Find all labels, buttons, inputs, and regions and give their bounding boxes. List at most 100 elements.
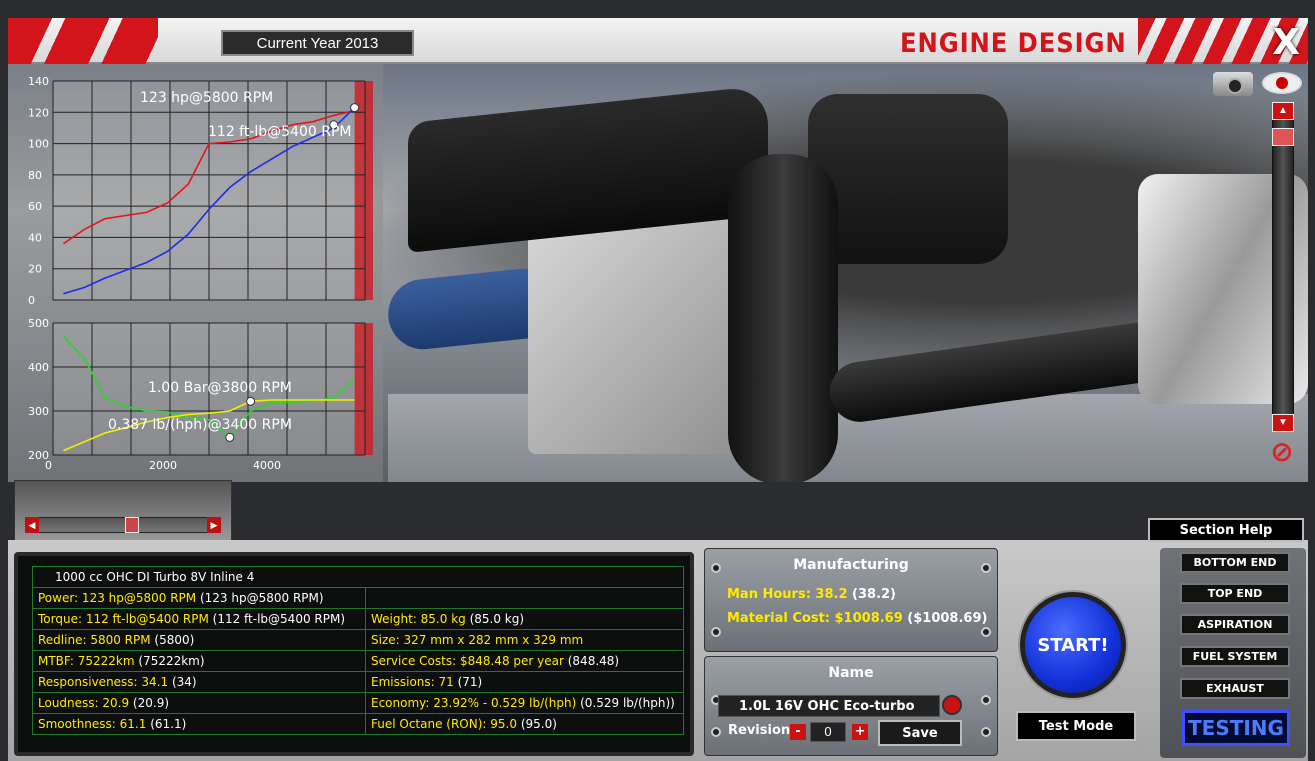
stat-key: Weight: 85.0 kg bbox=[371, 612, 466, 626]
stat-key: Loudness: 20.9 bbox=[38, 696, 130, 710]
table-row: Power: 123 hp@5800 RPM (123 hp@5800 RPM) bbox=[32, 587, 684, 609]
stat-prev: (85.0 kg) bbox=[465, 612, 525, 626]
table-row: Redline: 5800 RPM (5800) Size: 327 mm x … bbox=[32, 629, 684, 651]
nav-bottom-end[interactable]: BOTTOM END bbox=[1180, 552, 1290, 573]
stat-prev: (848.48) bbox=[563, 654, 620, 668]
y-tick-label: 140 bbox=[28, 75, 49, 88]
nav-fuel-system[interactable]: FUEL SYSTEM bbox=[1180, 646, 1290, 667]
y-tick-label: 100 bbox=[28, 138, 49, 151]
hide-ui-icon[interactable]: ⊘ bbox=[1262, 438, 1302, 466]
nav-aspiration[interactable]: ASPIRATION bbox=[1180, 614, 1290, 635]
man-hours-prev: (38.2) bbox=[847, 587, 896, 602]
revision-plus-button[interactable]: + bbox=[852, 724, 868, 740]
rpm-slider-panel: ◀ ▶ bbox=[14, 480, 232, 542]
stat-key: Smoothness: 61.1 bbox=[38, 717, 147, 731]
table-row: Smoothness: 61.1 (61.1) Fuel Octane (RON… bbox=[32, 713, 684, 735]
stat-prev: (61.1) bbox=[146, 717, 187, 731]
dyno-charts-panel: 0 20 40 60 80 100 120 140 123 hp@5800 RPM 112 ft-… bbox=[8, 64, 383, 482]
name-title: Name bbox=[828, 665, 874, 681]
dyno-charts: 0 20 40 60 80 100 120 140 123 hp@5800 RPM 112 ft-… bbox=[28, 75, 373, 472]
table-row: MTBF: 75222km (75222km) Service Costs: $… bbox=[32, 650, 684, 672]
stat-key: Redline: 5800 RPM bbox=[38, 633, 151, 647]
peak-marker bbox=[246, 396, 256, 406]
test-mode-button[interactable]: Test Mode bbox=[1016, 711, 1136, 741]
save-button[interactable]: Save bbox=[878, 720, 962, 746]
stat-prev: (34) bbox=[168, 675, 197, 689]
rpm-slider-track[interactable] bbox=[25, 517, 221, 533]
peak-marker bbox=[350, 103, 360, 113]
slider-left-arrow[interactable]: ◀ bbox=[25, 517, 39, 533]
engine-summary: 1000 cc OHC DI Turbo 8V Inline 4 bbox=[32, 566, 684, 588]
red-stripes-left bbox=[8, 18, 158, 64]
man-hours: Man Hours: 38.2 (38.2) bbox=[727, 587, 896, 602]
air-box bbox=[808, 94, 1008, 264]
table-row: Loudness: 20.9 (20.9) Economy: 23.92% - … bbox=[32, 692, 684, 714]
peak-marker bbox=[225, 432, 235, 442]
manufacturing-card: Manufacturing Man Hours: 38.2 (38.2) Mat… bbox=[704, 548, 998, 652]
peak-annotation: 1.00 Bar@3800 RPM bbox=[148, 380, 292, 396]
slider-right-arrow[interactable]: ▶ bbox=[207, 517, 221, 533]
y-tick-label: 40 bbox=[28, 231, 42, 244]
stat-key: Torque: 112 ft-lb@5400 RPM bbox=[38, 612, 209, 626]
table-row: Responsiveness: 34.1 (34) Emissions: 71 … bbox=[32, 671, 684, 693]
stat-prev: (123 hp@5800 RPM) bbox=[196, 591, 324, 605]
stats-table: 1000 cc OHC DI Turbo 8V Inline 4 Power: … bbox=[32, 566, 684, 735]
y-tick-label: 400 bbox=[28, 361, 49, 374]
rivet bbox=[981, 695, 991, 705]
stat-prev: (0.529 lb/(hph)) bbox=[576, 696, 675, 710]
table-row: Torque: 112 ft-lb@5400 RPM (112 ft-lb@54… bbox=[32, 608, 684, 630]
start-button[interactable]: START! bbox=[1020, 592, 1126, 698]
stat-key: Emissions: 71 bbox=[371, 675, 454, 689]
revision-minus-button[interactable]: - bbox=[790, 724, 806, 740]
y-tick-label: 80 bbox=[28, 169, 42, 182]
redline-zone bbox=[354, 81, 373, 300]
stat-key: Size: 327 mm x 282 mm x 329 mm bbox=[371, 633, 584, 647]
stat-key: Fuel Octane (RON): 95.0 bbox=[371, 717, 517, 731]
intake-pipe bbox=[728, 154, 838, 482]
close-button[interactable]: X bbox=[1272, 22, 1300, 63]
rivet bbox=[711, 627, 721, 637]
scroll-down-button[interactable]: ▼ bbox=[1272, 414, 1294, 432]
eye-icon[interactable] bbox=[1262, 72, 1302, 94]
scroll-thumb[interactable] bbox=[1272, 128, 1294, 146]
stat-prev: (75222km) bbox=[134, 654, 205, 668]
man-hours-value: Man Hours: 38.2 bbox=[727, 587, 848, 602]
slider-thumb[interactable] bbox=[125, 517, 139, 533]
stat-prev: (20.9) bbox=[129, 696, 170, 710]
x-tick-label: 4000 bbox=[253, 459, 281, 472]
vertical-scrollbar[interactable] bbox=[1272, 102, 1294, 432]
y-tick-label: 60 bbox=[28, 200, 42, 213]
camera-icon[interactable] bbox=[1213, 72, 1253, 96]
nav-top-end[interactable]: TOP END bbox=[1180, 583, 1290, 604]
y-tick-label: 300 bbox=[28, 405, 49, 418]
stat-key: MTBF: 75222km bbox=[38, 654, 135, 668]
x-tick-label: 0 bbox=[45, 459, 52, 472]
rivet bbox=[981, 727, 991, 737]
stat-key: Power: 123 hp@5800 RPM bbox=[38, 591, 197, 605]
stat-prev: (112 ft-lb@5400 RPM) bbox=[208, 612, 346, 626]
y-tick-label: 120 bbox=[28, 106, 49, 119]
y-tick-label: 20 bbox=[28, 263, 42, 276]
engine-name-field[interactable]: 1.0L 16V OHC Eco-turbo bbox=[718, 695, 940, 717]
title-bar: Current Year 2013 ENGINE DESIGN X bbox=[8, 18, 1308, 64]
stat-key: Responsiveness: 34.1 bbox=[38, 675, 169, 689]
refresh-name-icon[interactable] bbox=[942, 695, 962, 715]
manufacturing-title: Manufacturing bbox=[793, 557, 909, 573]
nav-exhaust[interactable]: EXHAUST bbox=[1180, 678, 1290, 699]
stat-prev: (5800) bbox=[150, 633, 195, 647]
page-title: ENGINE DESIGN bbox=[900, 28, 1127, 59]
section-help-button[interactable]: Section Help bbox=[1148, 518, 1304, 542]
rivet bbox=[711, 563, 721, 573]
redline-zone bbox=[354, 323, 373, 455]
peak-annotation: 123 hp@5800 RPM bbox=[140, 90, 273, 106]
rivet bbox=[981, 563, 991, 573]
rivet bbox=[981, 627, 991, 637]
rivet bbox=[711, 727, 721, 737]
peak-annotation: 0.387 lb/(hph)@3400 RPM bbox=[108, 417, 292, 433]
nav-testing[interactable]: TESTING bbox=[1182, 710, 1290, 746]
engine-stats-panel: 1000 cc OHC DI Turbo 8V Inline 4 Power: … bbox=[14, 552, 694, 756]
revision-label: Revision bbox=[728, 723, 791, 738]
scroll-up-button[interactable]: ▲ bbox=[1272, 102, 1294, 120]
stat-key: Service Costs: $848.48 per year bbox=[371, 654, 564, 668]
stat-key: Economy: 23.92% - 0.529 lb/(hph) bbox=[371, 696, 577, 710]
